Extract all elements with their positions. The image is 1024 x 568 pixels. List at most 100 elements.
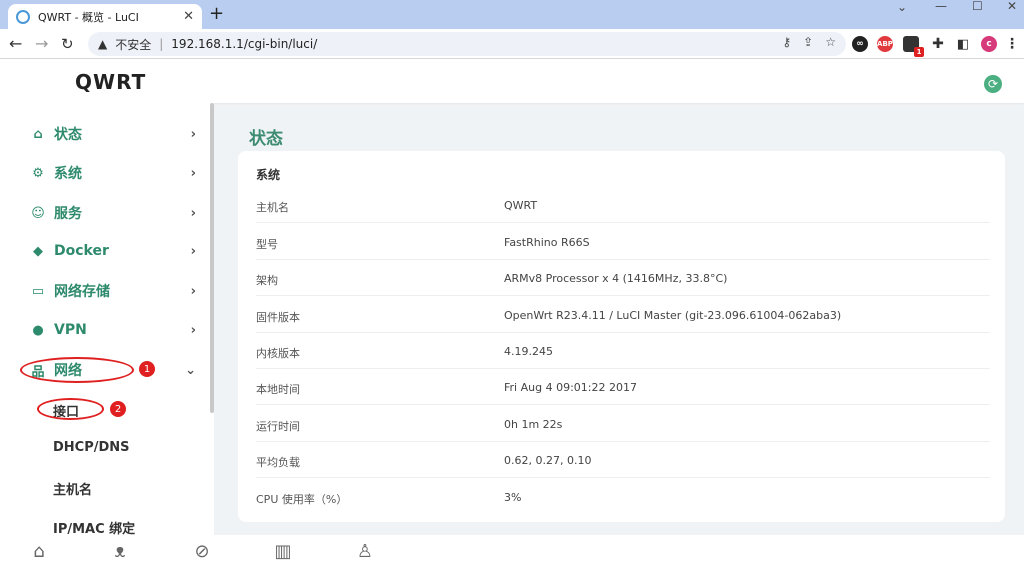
table-row: 架构 ARMv8 Processor x 4 (1416MHz, 33.8°C) [256,259,990,296]
row-value: 4.19.245 [504,345,553,358]
back-icon[interactable]: ← [9,34,22,54]
row-key: 平均负载 [256,456,300,469]
omnibox-separator: | [159,37,164,51]
browser-menu-icon[interactable]: ⋮ [1004,36,1020,52]
annotation-ring-interfaces [37,398,104,420]
profile-icon[interactable]: ♙ [354,541,376,563]
row-key: 运行时间 [256,420,300,433]
browser-tab-strip: QWRT - 概览 - LuCI ✕ + ⌄ — ☐ ✕ [0,0,1024,29]
warning-icon[interactable]: ▲ [98,37,107,51]
sidebar-item-label: 服务 [54,206,82,222]
globe-icon: ● [32,322,44,338]
sidebar-item-label: 系统 [54,166,82,182]
row-value: 0.62, 0.27, 0.10 [504,454,592,467]
sidebar-item-system[interactable]: ⚙ 系统 › [30,161,196,185]
table-row: 本地时间 Fri Aug 4 09:01:22 2017 [256,368,990,405]
luci-favicon-icon [16,9,30,24]
gear-icon: ⚙ [32,165,44,181]
bookmark-star-icon[interactable]: ☆ [825,35,836,49]
row-value: FastRhino R66S [504,236,590,249]
tab-close-icon[interactable]: ✕ [183,9,194,24]
profile-avatar[interactable]: c [981,36,997,52]
table-row: CPU 使用率（%） 3% [256,478,990,515]
omnibox-actions: ⚷ ⇪ ☆ [782,35,836,49]
row-value: Fri Aug 4 09:01:22 2017 [504,381,637,394]
chevron-right-icon: › [190,322,196,338]
browser-tab[interactable]: QWRT - 概览 - LuCI ✕ [8,4,202,29]
app-header: QWRT ⟳ [0,59,1024,103]
sidebar-item-nas[interactable]: ▭ 网络存储 › [30,279,196,303]
address-toolbar: ← → ↻ ▲ 不安全 | 192.168.1.1/cgi-bin/luci/ … [0,29,1024,59]
table-row: 运行时间 0h 1m 22s [256,405,990,442]
row-key: 主机名 [256,201,289,214]
new-tab-button[interactable]: + [209,4,224,24]
adblock-icon[interactable]: ABP [877,36,893,52]
tab-title: QWRT - 概览 - LuCI [38,10,139,24]
sidebar-item-label: VPN [54,322,87,338]
forward-icon[interactable]: → [35,34,48,54]
chevron-right-icon: › [190,283,196,299]
storage-icon: ▭ [31,283,45,299]
side-panel-icon[interactable]: ◧ [955,36,971,52]
section-title: 系统 [256,168,281,182]
extension-count-badge: 1 [914,47,924,57]
annotation-ring-network [20,357,134,383]
table-row: 固件版本 OpenWrt R23.4.11 / LuCI Master (git… [256,296,990,333]
row-value: 0h 1m 22s [504,418,563,431]
reload-icon[interactable]: ↻ [61,34,74,54]
address-bar[interactable]: ▲ 不安全 | 192.168.1.1/cgi-bin/luci/ ⚷ ⇪ ☆ [88,32,846,56]
bottom-tab-bar: ⌂ ᴥ ⊘ ▥ ♙ [0,535,1024,568]
extension-infinity-icon[interactable]: ∞ [852,36,868,52]
cat-icon[interactable]: ᴥ [109,541,131,563]
url-text[interactable]: 192.168.1.1/cgi-bin/luci/ [171,37,317,51]
share-icon[interactable]: ⇪ [803,35,813,49]
sidebar-item-docker[interactable]: ◆ Docker › [30,239,196,263]
row-key: 本地时间 [256,383,300,396]
user-icon: ☺ [31,205,45,221]
sidebar-item-label: Docker [54,243,109,259]
docker-whale-icon: ◆ [33,243,43,259]
sidebar-item-label: 状态 [54,127,82,143]
table-row: 内核版本 4.19.245 [256,332,990,369]
sidebar: ⌂ 状态 › ⚙ 系统 › ☺ 服务 › ◆ Docker › ▭ 网络存储 ›… [0,103,214,535]
row-value: 3% [504,491,522,504]
sidebar-subitem-ip-mac-binding[interactable]: IP/MAC 绑定 [53,518,135,535]
row-key: CPU 使用率（%） [256,493,348,506]
home-icon: ⌂ [33,126,43,142]
window-close-icon[interactable]: ✕ [1007,0,1017,13]
table-row: 型号 FastRhino R66S [256,223,990,260]
sidebar-item-label: 网络存储 [54,284,110,300]
table-row: 平均负载 0.62, 0.27, 0.10 [256,441,990,478]
refresh-icon[interactable]: ⟳ [984,75,1002,93]
sidebar-subitem-dhcp-dns[interactable]: DHCP/DNS [53,440,130,455]
sidebar-item-vpn[interactable]: ● VPN › [30,318,196,342]
sidebar-subitem-hostnames[interactable]: 主机名 [53,479,92,498]
home-icon[interactable]: ⌂ [28,541,50,563]
system-info-card: 系统 主机名 QWRT 型号 FastRhino R66S 架构 ARMv8 P… [238,151,1005,522]
row-value: QWRT [504,199,538,212]
compass-icon[interactable]: ⊘ [191,541,213,563]
tab-search-icon[interactable]: ⌄ [897,1,907,14]
page-title: 状态 [249,129,283,149]
row-key: 型号 [256,238,278,251]
maximize-icon[interactable]: ☐ [972,0,983,13]
chevron-right-icon: › [190,126,196,142]
sidebar-item-services[interactable]: ☺ 服务 › [30,201,196,225]
extension-badge-icon[interactable]: 1 [903,36,924,57]
chevron-right-icon: › [190,165,196,181]
row-value: ARMv8 Processor x 4 (1416MHz, 33.8°C) [504,272,728,285]
row-value: OpenWrt R23.4.11 / LuCI Master (git-23.0… [504,309,842,322]
sidebar-scrollbar[interactable] [210,103,214,413]
table-row: 主机名 QWRT [256,186,990,223]
chevron-right-icon: › [190,243,196,259]
chevron-right-icon: › [190,205,196,221]
minimize-icon[interactable]: — [935,0,947,13]
key-icon[interactable]: ⚷ [782,35,791,49]
sidebar-item-status[interactable]: ⌂ 状态 › [30,122,196,146]
extensions-puzzle-icon[interactable]: ✚ [930,36,946,52]
security-status[interactable]: 不安全 [115,36,151,53]
annotation-badge-2: 2 [110,401,126,417]
row-key: 内核版本 [256,347,300,360]
brand-logo[interactable]: QWRT [75,70,146,94]
bar-chart-icon[interactable]: ▥ [272,541,294,563]
